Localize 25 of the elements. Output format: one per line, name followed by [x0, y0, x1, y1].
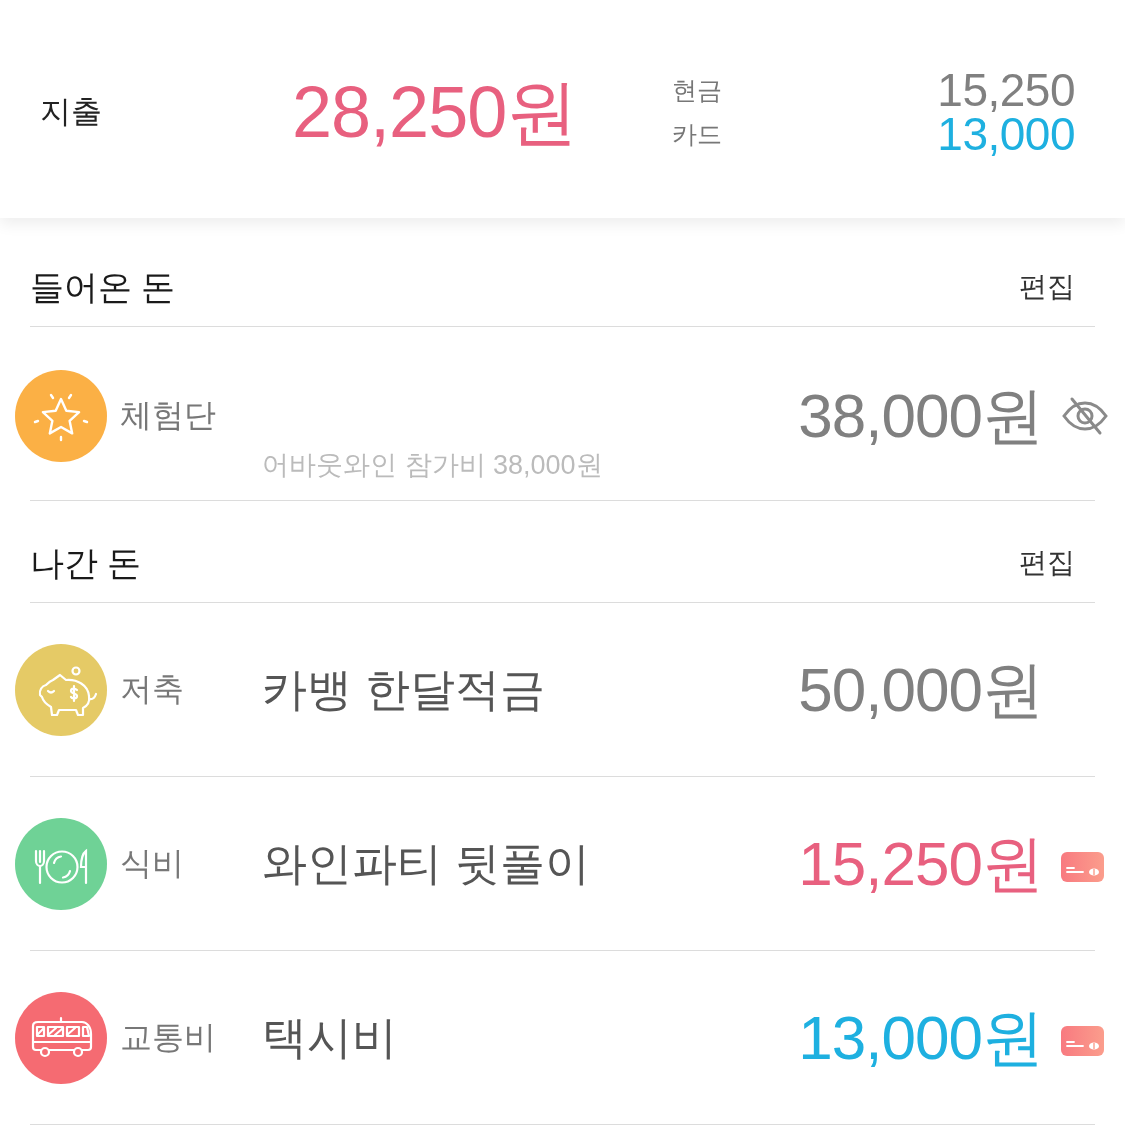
amount-text: 38,000원: [798, 385, 1043, 447]
eye-off-icon: [1061, 396, 1109, 436]
category-label: 교통비: [119, 1018, 216, 1057]
payment-amount: 15,250: [937, 67, 1075, 113]
entry-title: 카뱅 한달적금: [262, 663, 545, 717]
section-title: 나간 돈: [30, 543, 142, 583]
edit-button[interactable]: 편집: [1019, 268, 1075, 306]
summary-label: 지출: [40, 93, 103, 131]
card-icon: [1061, 852, 1104, 882]
edit-button[interactable]: 편집: [1019, 544, 1075, 582]
category-label: 식비: [119, 844, 184, 883]
entry-title: 와인파티 뒷풀이: [262, 837, 590, 891]
memo-text: 어바웃와인 참가비 38,000원: [262, 449, 603, 482]
card-icon: [1061, 1026, 1104, 1056]
payment-label: 카드: [672, 118, 722, 150]
category-label: 저축: [119, 670, 184, 709]
section-title: 들어온 돈: [30, 267, 176, 307]
amount-text: 50,000원: [798, 659, 1043, 721]
amount-text: 13,000원: [798, 1007, 1043, 1069]
category-label: 체험단: [119, 396, 216, 435]
payment-amount: 13,000: [937, 111, 1075, 157]
amount-text: 15,250원: [798, 833, 1043, 895]
total-amount: 28,250원: [292, 76, 579, 148]
entry-title: 택시비: [262, 1011, 397, 1065]
payment-label: 현금: [672, 74, 722, 106]
